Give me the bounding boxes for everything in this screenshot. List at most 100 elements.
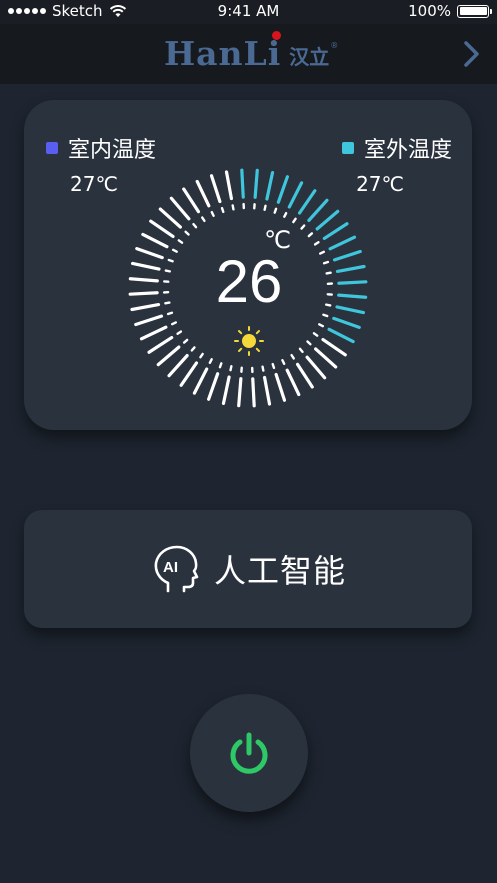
ai-label: 人工智能 xyxy=(213,552,346,590)
dial-inner-tick xyxy=(292,217,297,224)
hanli-logo: HanLi 汉立 ® xyxy=(164,31,339,72)
dial-tick xyxy=(297,189,317,215)
dial-inner-tick xyxy=(273,207,278,214)
dial-tick xyxy=(321,337,347,357)
dial-tick xyxy=(135,247,164,260)
dial-inner-tick xyxy=(263,204,267,211)
dial-inner-tick xyxy=(199,352,204,359)
svg-text:AI: AI xyxy=(163,559,178,576)
dial-inner-tick xyxy=(164,269,171,273)
dial-tick xyxy=(337,293,368,299)
dial-inner-tick xyxy=(229,365,233,372)
dial-tick xyxy=(307,198,329,222)
dial-tick xyxy=(209,174,222,204)
dial-inner-tick xyxy=(182,338,189,344)
dial-tick xyxy=(169,196,191,221)
dial-tick xyxy=(147,335,174,354)
dial-tick xyxy=(285,368,301,397)
dial-inner-tick xyxy=(283,211,288,218)
dial-tick xyxy=(158,207,182,229)
logo-latin-text: HanLi xyxy=(164,31,282,72)
outdoor-temperature-label: 室外温度 xyxy=(363,138,452,163)
dial-tick xyxy=(327,327,355,344)
setpoint-temperature: 26 xyxy=(215,248,283,315)
dial-inner-tick xyxy=(298,347,304,354)
dial-inner-tick xyxy=(318,323,325,328)
dial-tick xyxy=(332,316,361,329)
dial-tick xyxy=(237,377,243,408)
dial-tick xyxy=(314,347,338,369)
dial-tick xyxy=(322,222,349,241)
dial-tick xyxy=(139,325,168,341)
indoor-temperature-value: 27℃ xyxy=(70,172,118,196)
dial-tick xyxy=(332,249,362,262)
dial-tick xyxy=(265,170,275,201)
dial-tick xyxy=(315,209,340,231)
status-bar: Sketch 9:41 AM 100% xyxy=(0,0,497,24)
dial-tick xyxy=(179,361,199,387)
dial-tick xyxy=(130,261,161,271)
sun-icon xyxy=(234,326,264,356)
dial-inner-tick xyxy=(201,216,206,223)
dial-tick xyxy=(195,179,211,208)
dial-inner-tick xyxy=(281,359,286,366)
ai-button[interactable]: AI 人工智能 xyxy=(24,510,472,628)
dial-inner-tick xyxy=(208,358,213,365)
dial-inner-tick xyxy=(325,271,332,275)
dial-tick xyxy=(274,372,287,402)
dial-tick xyxy=(337,280,368,285)
nav-bar: HanLi 汉立 ® xyxy=(0,24,497,84)
logo-chinese-text: 汉立 xyxy=(289,45,330,69)
dial-tick xyxy=(167,354,189,378)
dial-inner-tick xyxy=(167,258,174,263)
dial-tick xyxy=(156,345,181,367)
dial-tick xyxy=(335,264,366,274)
dial-inner-tick xyxy=(190,346,196,352)
dial-inner-tick xyxy=(170,321,177,326)
dial-inner-tick xyxy=(312,332,319,337)
dial-inner-tick xyxy=(300,224,306,230)
chevron-right-icon[interactable] xyxy=(459,38,483,70)
dial-inner-tick xyxy=(306,340,312,346)
dial-tick xyxy=(253,168,259,199)
dial-inner-tick xyxy=(218,362,223,369)
indoor-color-square xyxy=(46,142,58,154)
power-button[interactable] xyxy=(190,694,308,812)
dial-inner-tick xyxy=(271,362,276,370)
dial-tick xyxy=(328,235,357,251)
battery-icon xyxy=(457,4,492,18)
dial-inner-tick xyxy=(210,210,215,217)
dial-tick xyxy=(128,277,159,283)
ai-button-content: AI 人工智能 xyxy=(24,510,472,628)
dial-tick xyxy=(251,377,256,408)
dial-tick xyxy=(240,168,245,199)
dial-tick xyxy=(134,314,164,327)
ai-head-icon: AI xyxy=(154,545,199,593)
dial-inner-tick xyxy=(231,204,235,211)
dial-tick xyxy=(128,291,159,296)
dial-inner-tick xyxy=(164,301,171,305)
power-icon xyxy=(230,732,268,774)
dial-tick xyxy=(262,375,272,406)
dial-tick xyxy=(305,355,327,380)
dial-tick xyxy=(276,175,289,204)
dial-tick xyxy=(130,302,161,312)
dial-inner-tick xyxy=(166,311,174,316)
dial-inner-tick xyxy=(177,239,184,244)
dial-tick xyxy=(221,375,231,406)
dial-inner-tick xyxy=(322,313,329,318)
dial-inner-tick xyxy=(307,232,314,238)
dial-tick xyxy=(224,170,234,201)
dial-tick xyxy=(287,181,304,209)
dial-tick xyxy=(149,219,175,239)
dial-inner-tick xyxy=(261,365,265,372)
dial-inner-tick xyxy=(192,222,198,229)
dial-inner-tick xyxy=(313,241,320,246)
registered-mark: ® xyxy=(330,41,339,50)
battery-percentage: 100% xyxy=(408,2,451,20)
setpoint-unit: ℃ xyxy=(264,226,291,254)
dial-inner-tick xyxy=(290,353,295,360)
dial-inner-tick xyxy=(220,206,225,214)
outdoor-color-square xyxy=(341,142,354,154)
dial-inner-tick xyxy=(184,230,190,236)
